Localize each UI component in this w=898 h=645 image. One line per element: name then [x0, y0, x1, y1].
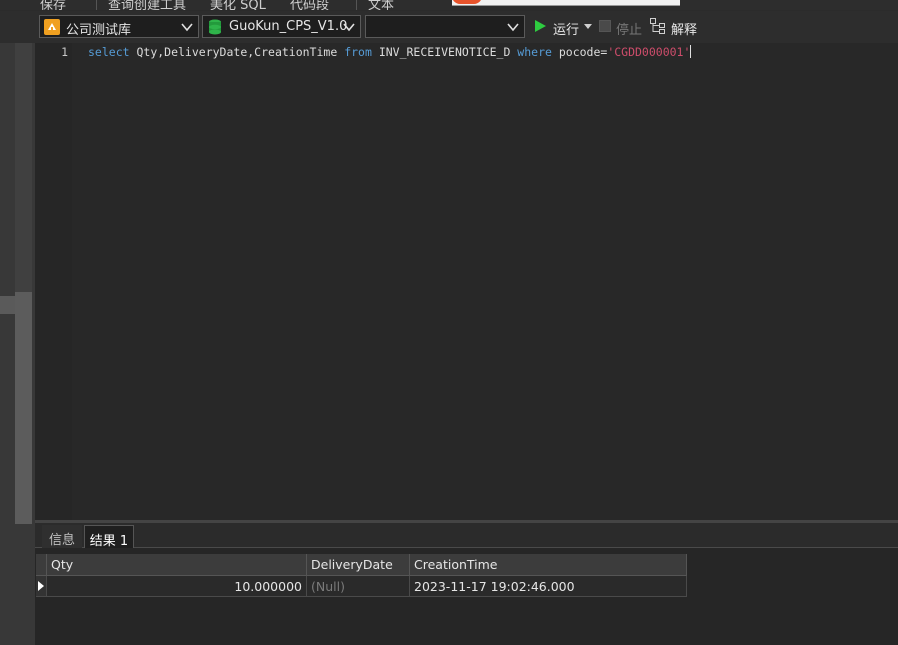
text-button[interactable]: 文本 — [368, 0, 394, 10]
explain-label: 解释 — [671, 23, 698, 38]
tab-result-1[interactable]: 结果 1 — [84, 525, 134, 549]
keyword-from: from — [344, 45, 372, 59]
tab-info[interactable]: 信息 — [42, 525, 82, 548]
row-selector[interactable] — [36, 576, 47, 597]
line-number: 1 — [61, 45, 68, 59]
database-icon — [209, 19, 221, 35]
table-name: INV_RECEIVENOTICE_D — [371, 45, 518, 59]
cell-deliverydate[interactable]: (Null) — [307, 576, 410, 597]
chevron-down-icon — [507, 23, 519, 32]
toolbar-divider — [356, 0, 357, 10]
database-label: GuoKun_CPS_V1.0 — [229, 19, 348, 34]
play-icon — [535, 20, 546, 32]
line-number-gutter — [35, 43, 72, 521]
caret-down-icon[interactable] — [584, 24, 592, 30]
column-header-qty[interactable]: Qty — [47, 554, 307, 576]
current-row-icon — [38, 581, 44, 591]
sql-code-line[interactable]: select Qty,DeliveryDate,CreationTime fro… — [88, 45, 692, 59]
column-list: Qty,DeliveryDate,CreationTime — [129, 45, 345, 59]
chevron-down-icon — [181, 23, 193, 32]
chevron-down-icon — [343, 23, 355, 32]
column-header-deliverydate[interactable]: DeliveryDate — [307, 554, 410, 576]
sql-editor[interactable] — [72, 43, 898, 521]
connection-label: 公司测试库 — [66, 23, 132, 38]
keyword-select: select — [88, 45, 130, 59]
run-label: 运行 — [553, 23, 580, 38]
cell-creationtime[interactable]: 2023-11-17 19:02:46.000 — [410, 576, 687, 597]
string-literal: 'CGDD000001' — [607, 45, 691, 59]
where-condition: pocode= — [551, 45, 608, 59]
cell-qty[interactable]: 10.000000 — [47, 576, 307, 597]
stop-label: 停止 — [616, 23, 643, 38]
code-snippet-button[interactable]: 代码段 — [290, 0, 329, 10]
database-select[interactable]: GuoKun_CPS_V1.0 — [202, 15, 361, 38]
explain-icon — [650, 18, 665, 34]
connection-select[interactable]: 公司测试库 — [39, 15, 199, 38]
left-scrollbar-thumb[interactable] — [15, 292, 32, 524]
query-builder-button[interactable]: 查询创建工具 — [108, 0, 186, 10]
stop-icon — [599, 20, 611, 32]
connection-icon — [44, 19, 60, 35]
top-toolbar-clipped: 保存 查询创建工具 美化 SQL 代码段 文本 — [0, 0, 898, 10]
text-caret — [690, 45, 692, 58]
beautify-sql-button[interactable]: 美化 SQL — [210, 0, 266, 10]
query-toolbar: 公司测试库 GuoKun_CPS_V1.0 运行 停止 解释 — [0, 11, 898, 43]
schema-select[interactable] — [365, 15, 525, 38]
result-tab-bar — [35, 523, 898, 548]
keyword-where: where — [517, 45, 552, 59]
save-button[interactable]: 保存 — [40, 0, 66, 10]
panel-collapse-handle[interactable] — [0, 296, 15, 314]
top-input-field[interactable] — [452, 0, 680, 6]
column-header-creationtime[interactable]: CreationTime — [410, 554, 687, 576]
grid-corner — [36, 554, 47, 576]
toolbar-divider — [96, 0, 97, 10]
status-indicator — [452, 0, 482, 4]
